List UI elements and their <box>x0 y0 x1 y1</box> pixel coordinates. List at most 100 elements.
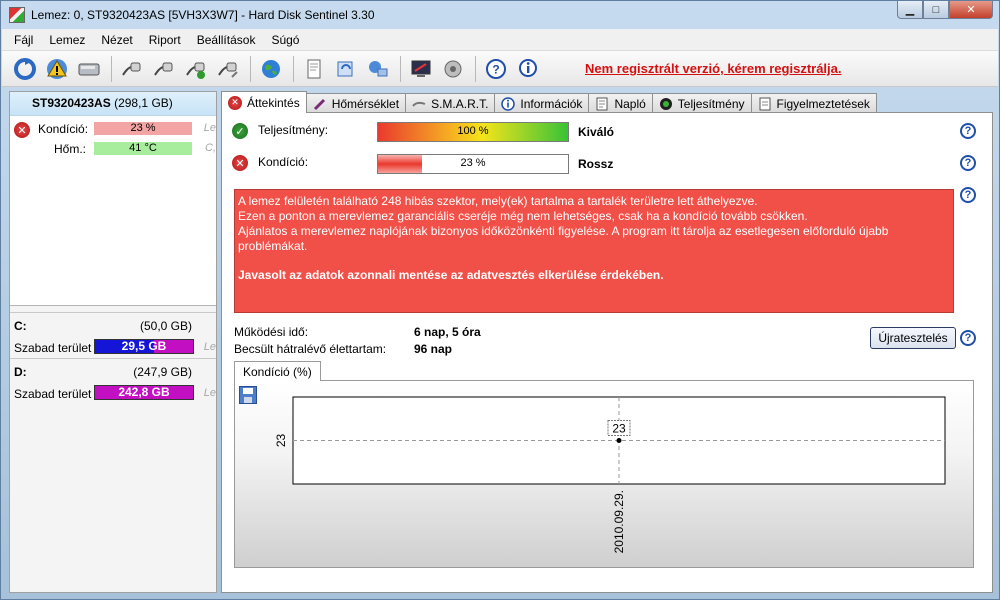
lifetime-label: Becsült hátralévő élettartam: <box>234 342 387 356</box>
error-icon: ✕ <box>232 155 248 171</box>
volume-cut-text: Le <box>203 387 216 399</box>
menu-report[interactable]: Riport <box>141 33 189 47</box>
volume-size: (50,0 GB) <box>139 319 192 333</box>
sound-button[interactable] <box>438 54 468 84</box>
overview-panel: ✓ Teljesítmény: 100 % Kiváló ? ✕ Kondíci… <box>221 112 993 593</box>
help-icon[interactable]: ? <box>960 155 976 171</box>
menu-file[interactable]: Fájl <box>6 33 41 47</box>
tab-temperature[interactable]: Hőmérséklet <box>305 93 407 113</box>
sync-button[interactable] <box>331 54 361 84</box>
register-link[interactable]: Nem regisztrált verzió, kérem regisztrál… <box>585 61 842 76</box>
volume-cut-text: Le <box>203 341 216 353</box>
disk-temp-bar: 41 °C <box>94 142 192 155</box>
error-icon: ✕ <box>228 95 242 110</box>
chart-tab-condition[interactable]: Kondíció (%) <box>234 361 321 381</box>
condition-chart-panel: 23 2010.09.29. 23 <box>234 380 974 568</box>
menu-settings[interactable]: Beállítások <box>189 33 264 47</box>
log-icon <box>595 97 609 111</box>
condition-verdict: Rossz <box>578 157 614 171</box>
chart-x-tick-label: 2010.09.29. <box>612 490 626 553</box>
thermometer-icon <box>313 97 327 111</box>
menu-help[interactable]: Súgó <box>263 33 307 47</box>
plug-tool-button[interactable] <box>213 54 243 84</box>
maximize-button[interactable]: □ <box>923 1 949 19</box>
alert-line: A lemez felületén található 248 hibás sz… <box>238 194 758 208</box>
help-icon: ? <box>486 58 506 79</box>
disk-cut-text-2: C, <box>205 142 216 154</box>
report-icon <box>307 59 321 78</box>
plug-button-1[interactable] <box>117 54 147 84</box>
disk-button[interactable] <box>74 54 104 84</box>
plug-check-button[interactable] <box>181 54 211 84</box>
volume-size: (247,9 GB) <box>133 365 192 379</box>
speaker-icon <box>444 60 462 77</box>
refresh-icon <box>14 57 36 80</box>
tab-smart[interactable]: S.M.A.R.T. <box>405 93 496 113</box>
tab-performance[interactable]: Teljesítmény <box>651 93 752 113</box>
network-button[interactable] <box>363 54 393 84</box>
disk-card[interactable]: ST9320423AS (298,1 GB) ✕ Kondíció: 23 % … <box>10 92 216 306</box>
alert-button[interactable] <box>42 54 72 84</box>
report-button[interactable] <box>299 54 329 84</box>
alert-recommendation: Javasolt az adatok azonnali mentése az a… <box>238 268 664 282</box>
smart-icon <box>412 97 426 111</box>
disk-condition-value: 23 % <box>130 122 156 134</box>
monitor-icon <box>411 60 431 77</box>
web-button[interactable] <box>256 54 286 84</box>
info-icon <box>519 58 537 77</box>
disk-cut-text-1: Le <box>203 122 216 134</box>
toolbar: ? Nem regisztrált verzió, kérem regisztr… <box>2 51 998 87</box>
info-icon <box>501 96 516 111</box>
plug-button-2[interactable] <box>149 54 179 84</box>
help-icon[interactable]: ? <box>960 330 976 346</box>
tab-label: Információk <box>520 96 583 111</box>
uptime-label: Működési idő: <box>234 325 309 339</box>
monitor-button[interactable] <box>406 54 436 84</box>
performance-value: 100 % <box>457 125 489 137</box>
tab-label: Napló <box>614 96 646 111</box>
info-button[interactable] <box>513 54 543 84</box>
disk-size: (298,1 GB) <box>114 96 173 110</box>
refresh-button[interactable] <box>10 54 40 84</box>
volume-d[interactable]: D: (247,9 GB) Szabad terület 242,8 GB Le <box>10 358 216 404</box>
help-button[interactable]: ? <box>481 54 511 84</box>
free-space-label: Szabad terület <box>14 387 92 401</box>
ok-icon: ✓ <box>232 123 248 139</box>
performance-bar: 100 % <box>377 122 569 142</box>
disk-header: ST9320423AS (298,1 GB) <box>10 92 216 116</box>
chart-data-point <box>616 438 622 443</box>
retest-button[interactable]: Újratesztelés <box>870 327 956 349</box>
toolbar-separator <box>250 55 251 82</box>
network-icon <box>369 60 388 76</box>
tab-overview[interactable]: ✕ Áttekintés <box>221 91 307 113</box>
help-icon[interactable]: ? <box>960 187 976 203</box>
minimize-button[interactable]: ▁ <box>897 1 923 19</box>
alert-message-box: A lemez felületén található 248 hibás sz… <box>234 189 954 313</box>
toolbar-separator <box>111 55 112 82</box>
volume-c[interactable]: C: (50,0 GB) Szabad terület 29,5 GB Le <box>10 312 216 358</box>
disk-temp-value: 41 °C <box>129 142 157 154</box>
help-icon[interactable]: ? <box>960 123 976 139</box>
disk-icon <box>78 63 100 75</box>
plug-check-icon <box>186 62 205 79</box>
menu-disk[interactable]: Lemez <box>41 33 93 47</box>
menu-view[interactable]: Nézet <box>93 33 140 47</box>
tab-information[interactable]: Információk <box>494 93 590 113</box>
plug-icon <box>122 62 141 76</box>
toolbar-separator <box>400 55 401 82</box>
app-logo-icon <box>9 7 25 23</box>
tab-log[interactable]: Napló <box>588 93 653 113</box>
toolbar-separator <box>475 55 476 82</box>
disk-condition-bar: 23 % <box>94 122 192 135</box>
disk-name: ST9320423AS <box>32 96 111 110</box>
warning-icon <box>47 58 67 79</box>
tab-bar: ✕ Áttekintés Hőmérséklet S.M.A.R.T. Info… <box>221 91 877 113</box>
close-button[interactable]: ✕ <box>949 1 993 19</box>
error-icon: ✕ <box>14 122 30 138</box>
sync-icon <box>337 61 353 76</box>
condition-chart: 23 2010.09.29. 23 <box>274 396 946 553</box>
main-area: ✕ Áttekintés Hőmérséklet S.M.A.R.T. Info… <box>221 91 993 593</box>
svg-text:?: ? <box>492 62 499 76</box>
toolbar-separator <box>293 55 294 82</box>
tab-alerts[interactable]: Figyelmeztetések <box>750 93 877 113</box>
